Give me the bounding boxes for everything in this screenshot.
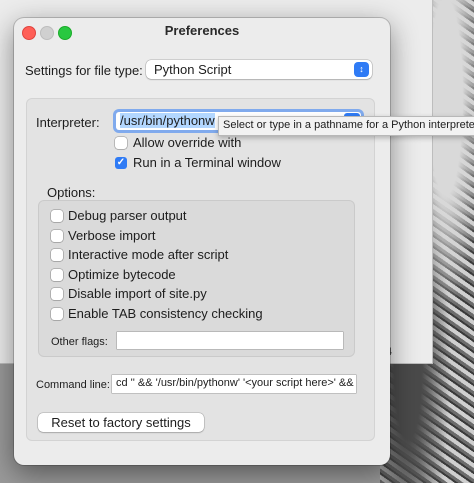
other-flags-label: Other flags: (51, 336, 108, 348)
disable-site-import-label: Disable import of site.py (68, 286, 207, 301)
disable-site-import-checkbox[interactable] (51, 288, 63, 300)
optimize-bytecode-label: Optimize bytecode (68, 267, 176, 282)
verbose-import-label: Verbose import (68, 228, 156, 243)
debug-parser-label: Debug parser output (68, 208, 187, 223)
file-type-label: Settings for file type: (25, 63, 143, 78)
run-in-terminal-label: Run in a Terminal window (133, 155, 281, 170)
file-type-value: Python Script (154, 62, 232, 77)
allow-override-checkbox[interactable] (115, 137, 127, 149)
chevron-updown-icon: ↕ (354, 62, 369, 77)
title-bar: Preferences (14, 18, 390, 46)
run-in-terminal-checkbox[interactable]: ✓ (115, 157, 127, 169)
verbose-import-checkbox[interactable] (51, 230, 63, 242)
tab-consistency-checkbox[interactable] (51, 308, 63, 320)
preferences-dialog: Preferences Settings for file type: Pyth… (14, 18, 390, 465)
interpreter-label: Interpreter: (36, 115, 100, 130)
interactive-mode-checkbox[interactable] (51, 249, 63, 261)
tab-consistency-label: Enable TAB consistency checking (68, 306, 263, 321)
debug-parser-checkbox[interactable] (51, 210, 63, 222)
interpreter-tooltip: Select or type in a pathname for a Pytho… (218, 116, 474, 136)
command-line-label: Command line: (36, 379, 110, 391)
other-flags-input[interactable] (117, 332, 343, 349)
file-type-popup[interactable]: Python Script ↕ (146, 60, 372, 79)
window-title: Preferences (164, 23, 240, 38)
allow-override-label: Allow override with (133, 135, 242, 150)
optimize-bytecode-checkbox[interactable] (51, 269, 63, 281)
command-line-field[interactable]: cd '' && '/usr/bin/pythonw' '<your scrip… (112, 375, 356, 393)
interpreter-input[interactable]: /usr/bin/pythonw (120, 113, 215, 128)
interactive-mode-label: Interactive mode after script (68, 247, 229, 262)
reset-to-factory-button[interactable]: Reset to factory settings (38, 413, 204, 432)
options-heading: Options: (47, 185, 96, 200)
